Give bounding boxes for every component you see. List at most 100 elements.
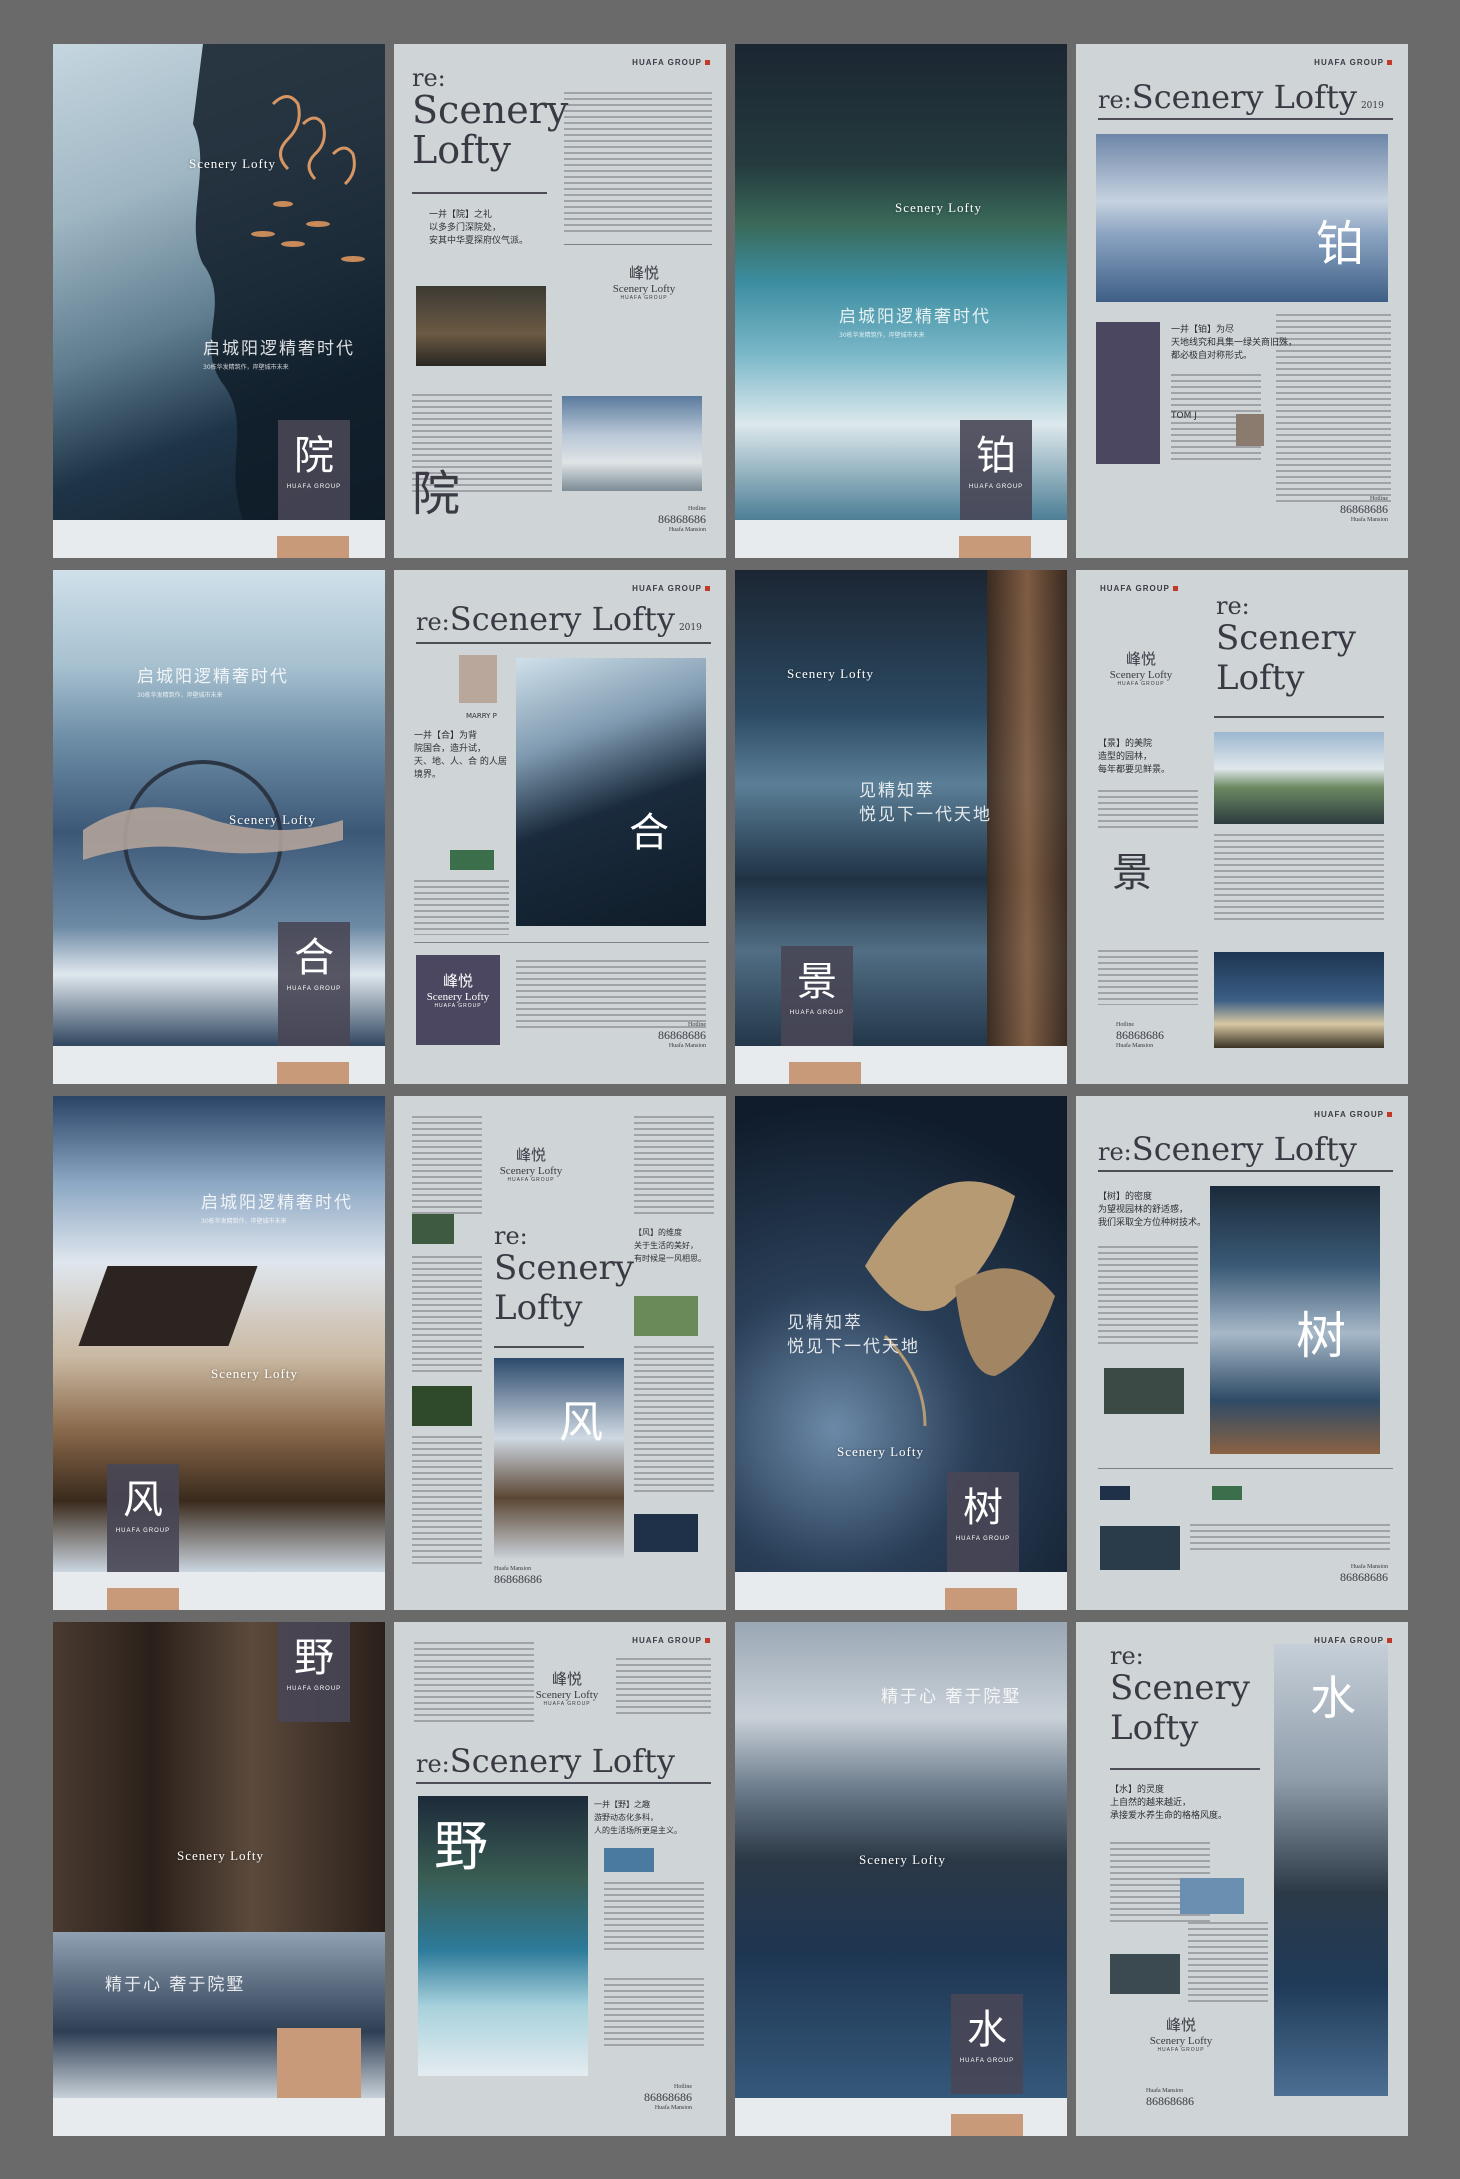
poster-he: 启城阳逻精奢时代 30栋华发精筑作，岸壁城市未来 Scenery Lofty 合… bbox=[53, 570, 385, 1084]
article-shui: HUAFA GROUP re: Scenery Lofty 【水】的灵度 上自然… bbox=[1076, 1622, 1408, 2136]
title-re: re: bbox=[1216, 592, 1250, 620]
ink-photo bbox=[516, 658, 706, 926]
yue-badge: 峰悦 Scenery Lofty HUAFA GROUP bbox=[1096, 648, 1186, 687]
poster-brand-box: 水 HUAFA GROUP bbox=[951, 1994, 1023, 2094]
title-re: re: bbox=[416, 1750, 450, 1778]
title-scenery-lofty: Scenery Lofty bbox=[1216, 618, 1356, 698]
feature-character: 院 bbox=[412, 466, 461, 522]
body-text bbox=[634, 1346, 714, 1496]
yue-label: 峰悦 bbox=[628, 264, 659, 282]
feature-character: 铂 bbox=[1316, 216, 1365, 272]
poster-subheadline: 30栋华发精筑作，岸壁城市未来 bbox=[839, 332, 925, 339]
feature-character: 铂 bbox=[976, 433, 1016, 479]
thumb-photo bbox=[412, 1214, 454, 1244]
body-text bbox=[564, 92, 712, 232]
poster-feng: 启城阳逻精奢时代 30栋华发精筑作，岸壁城市未来 Scenery Lofty 风… bbox=[53, 1096, 385, 1610]
feature-character: 合 bbox=[294, 935, 334, 981]
poster-brand-box: 树 HUAFA GROUP bbox=[947, 1472, 1019, 1572]
title-scenery-lofty: Scenery Lofty bbox=[449, 1742, 675, 1780]
thumb-photo bbox=[1104, 1368, 1184, 1414]
poster-brand-box: 院 HUAFA GROUP bbox=[278, 420, 350, 520]
article-feng: 峰悦 Scenery Lofty HUAFA GROUP re: Scenery… bbox=[394, 1096, 726, 1610]
thumb-photo bbox=[604, 1848, 654, 1872]
brand-label: HUAFA GROUP bbox=[632, 584, 710, 593]
yue-badge: 峰悦 Scenery Lofty HUAFA GROUP bbox=[589, 262, 699, 301]
hotline-number: 86868686 bbox=[644, 2090, 692, 2104]
thumb-photo bbox=[1180, 1878, 1244, 1914]
brand-label: HUAFA GROUP bbox=[286, 1686, 342, 1692]
footer-tab bbox=[945, 1588, 1017, 1610]
badge-scenery-lofty: Scenery Lofty bbox=[426, 991, 490, 1003]
hotline-number: 86868686 bbox=[1340, 502, 1388, 516]
hotline-number: 86868686 bbox=[658, 512, 706, 526]
thumb-photo bbox=[412, 1386, 472, 1426]
portrait-photo bbox=[459, 655, 497, 703]
poster-brand-box: 野 HUAFA GROUP bbox=[278, 1622, 350, 1722]
poster-footer bbox=[735, 1572, 1067, 1610]
body-text bbox=[412, 1436, 482, 1566]
title-scenery-lofty: Scenery Lofty bbox=[1131, 78, 1357, 116]
title-rule bbox=[412, 192, 547, 194]
poster-brand-box: 铂 HUAFA GROUP bbox=[960, 420, 1032, 520]
curtain-graphic bbox=[987, 570, 1067, 1046]
body-text bbox=[634, 1116, 714, 1216]
hotline: Huafa Mansion 86868686 bbox=[494, 1566, 542, 1587]
badge-brand: HUAFA GROUP bbox=[507, 1177, 555, 1183]
title-re: re: bbox=[416, 608, 450, 636]
article-title: re:Scenery Lofty 2019 bbox=[416, 600, 702, 638]
body-text bbox=[1098, 1246, 1198, 1346]
poster-footer bbox=[735, 520, 1067, 558]
yue-label: 峰悦 bbox=[515, 1146, 546, 1164]
footer-tab bbox=[277, 1062, 349, 1084]
feature-character: 合 bbox=[629, 810, 669, 856]
brand-label: HUAFA GROUP bbox=[968, 484, 1024, 490]
hotline: Hotline 86868686 Huafa Mansion bbox=[658, 506, 706, 533]
feature-quote: 【水】的灵度 上自然的越来越近， 承接爱水养生命的格格风度。 bbox=[1110, 1785, 1228, 1821]
hotline-number: 86868686 bbox=[494, 1572, 542, 1586]
yue-badge: 峰悦 Scenery Lofty HUAFA GROUP bbox=[522, 1668, 612, 1707]
scenery-lofty-label: Scenery Lofty bbox=[229, 812, 317, 827]
poster-headline: 见精知萃 bbox=[787, 1313, 863, 1333]
thumb-photo bbox=[1110, 1954, 1180, 1994]
brand-label: HUAFA GROUP bbox=[632, 58, 710, 67]
poster-subheadline: 30栋华发精筑作，岸壁城市未来 bbox=[201, 1218, 287, 1225]
feature-quote: 【树】的密度 为望视园林的舒适感， 我们采取全方位种树技术。 bbox=[1098, 1192, 1207, 1228]
brand-label: HUAFA GROUP bbox=[286, 986, 342, 992]
pool-photo bbox=[1210, 1186, 1380, 1454]
brand-label: HUAFA GROUP bbox=[959, 2058, 1015, 2064]
body-text bbox=[616, 1658, 711, 1718]
body-text bbox=[1098, 790, 1198, 830]
yue-label: 峰悦 bbox=[1165, 2016, 1196, 2034]
scenery-lofty-label: Scenery Lofty bbox=[895, 200, 983, 215]
pool-photo bbox=[562, 396, 702, 491]
article-he: HUAFA GROUP re:Scenery Lofty 2019 MARRY P… bbox=[394, 570, 726, 1084]
footer-tab bbox=[277, 536, 349, 558]
article-title: re:Scenery Lofty bbox=[1098, 1130, 1357, 1168]
thumb-photo bbox=[1212, 1486, 1242, 1500]
badge-brand: HUAFA GROUP bbox=[620, 295, 668, 301]
title-re: re: bbox=[1110, 1642, 1144, 1670]
brand-label: HUAFA GROUP bbox=[1314, 58, 1392, 67]
poster-headline: 精于心 奢于院墅 bbox=[105, 1975, 246, 1995]
title-rule bbox=[1214, 716, 1384, 718]
poster-footer bbox=[53, 1572, 385, 1610]
article-yuan: HUAFA GROUP re: Scenery Lofty 一并【院】之礼 以多… bbox=[394, 44, 726, 558]
poster-headline: 启城阳逻精奢时代 bbox=[137, 667, 289, 687]
poster-headline: 启城阳逻精奢时代 bbox=[201, 1193, 353, 1213]
title-scenery-lofty: Scenery Lofty bbox=[412, 88, 569, 172]
hotline: Hotline 86868686 Huafa Mansion bbox=[1116, 1022, 1164, 1049]
body-text bbox=[1276, 314, 1391, 504]
poster-yuan: Scenery Lofty 启城阳逻精奢时代 30栋华发精筑作，岸壁城市未来 院… bbox=[53, 44, 385, 558]
title-scenery-lofty: Scenery Lofty bbox=[449, 600, 675, 638]
badge-brand: HUAFA GROUP bbox=[543, 1701, 591, 1707]
badge-brand: HUAFA GROUP bbox=[1117, 681, 1165, 687]
poster-footer bbox=[735, 2098, 1067, 2136]
scenery-lofty-label: Scenery Lofty bbox=[787, 666, 875, 681]
person-name: TOM J bbox=[1171, 411, 1197, 421]
mansion-label: Huafa Mansion bbox=[668, 1043, 706, 1049]
divider bbox=[564, 244, 712, 245]
mansion-label: Huafa Mansion bbox=[1350, 517, 1388, 523]
brand-label: HUAFA GROUP bbox=[1314, 1110, 1392, 1119]
poster-brand-box: 风 HUAFA GROUP bbox=[107, 1464, 179, 1572]
badge-brand: HUAFA GROUP bbox=[1157, 2047, 1205, 2053]
